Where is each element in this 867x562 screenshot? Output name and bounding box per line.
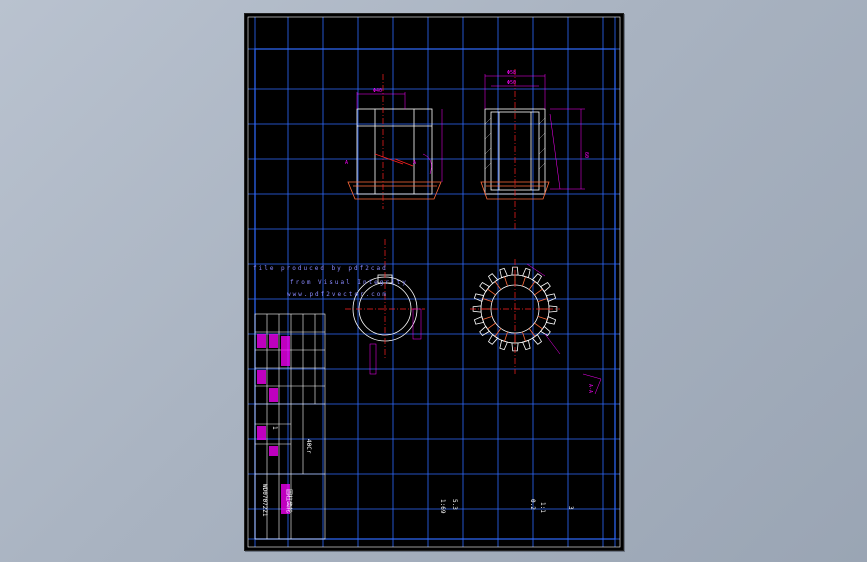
- bushing-front-dims: [356, 92, 443, 182]
- gear-spline: [487, 288, 496, 296]
- ratio-label: 1:69: [439, 499, 446, 514]
- gear-dims: [526, 263, 602, 395]
- gear-tooth: [479, 281, 490, 293]
- gear-spline: [534, 288, 543, 296]
- gear-tooth: [473, 293, 485, 302]
- gear-spline: [537, 316, 548, 320]
- gear-tooth: [545, 316, 557, 325]
- drawing-number: WD07072Z1: [261, 484, 268, 517]
- gear-spline: [528, 328, 536, 337]
- dim-top-right-outer: Φ58: [507, 70, 516, 76]
- watermark-line-1: file produced by pdf2cad: [253, 265, 388, 272]
- quantity-label: 1: [271, 426, 278, 430]
- material-label: 40Cr: [305, 439, 312, 454]
- dim-top-right-inner: Φ50: [507, 80, 516, 86]
- gear-spline: [522, 276, 526, 287]
- gear-spline: [522, 331, 526, 342]
- watermark-line-2: from Visual Integrity: [290, 279, 408, 286]
- part-name: 圆柱齿轮: [285, 489, 293, 513]
- gear-spline: [534, 322, 543, 330]
- gear-tooth: [522, 339, 531, 351]
- gear-tooth: [531, 273, 543, 284]
- gear-tooth: [540, 281, 551, 293]
- dim-right-height: 60: [583, 152, 589, 158]
- sheet-label: 3: [567, 506, 574, 510]
- gear-tooth: [522, 267, 531, 279]
- gear-spline: [504, 276, 508, 287]
- section-view-label: A-A: [587, 384, 593, 393]
- scale-label: 1:1: [539, 502, 546, 513]
- drawing-sheet: Φ40 A A Φ58 Φ50 60 A-A file produced by …: [244, 13, 624, 551]
- gear-tooth: [499, 267, 508, 279]
- gear-tooth: [487, 273, 499, 284]
- gear-spline: [487, 322, 496, 330]
- watermark-line-3: www.pdf2vector.com: [287, 291, 388, 298]
- gear-tooth: [487, 334, 499, 345]
- section-mark-a-right: A: [413, 160, 416, 166]
- gear-spline: [482, 316, 493, 320]
- gear-spline: [504, 331, 508, 342]
- hub-end-dims: [369, 308, 422, 375]
- gear-tooth: [545, 293, 557, 302]
- dim-top-left-width: Φ40: [373, 88, 382, 94]
- weight-label: 0.2: [529, 499, 536, 510]
- gear-tooth: [531, 334, 543, 345]
- gear-tooth: [499, 339, 508, 351]
- bushing-section-dims: [484, 74, 585, 190]
- gear-spline: [528, 281, 536, 290]
- gear-tooth: [473, 316, 485, 325]
- cad-drawing: Φ40 A A Φ58 Φ50 60 A-A file produced by …: [247, 16, 621, 548]
- bushing-front-view: [347, 108, 442, 200]
- date-note: 5.3: [451, 499, 458, 510]
- section-mark-a-left: A: [345, 160, 348, 166]
